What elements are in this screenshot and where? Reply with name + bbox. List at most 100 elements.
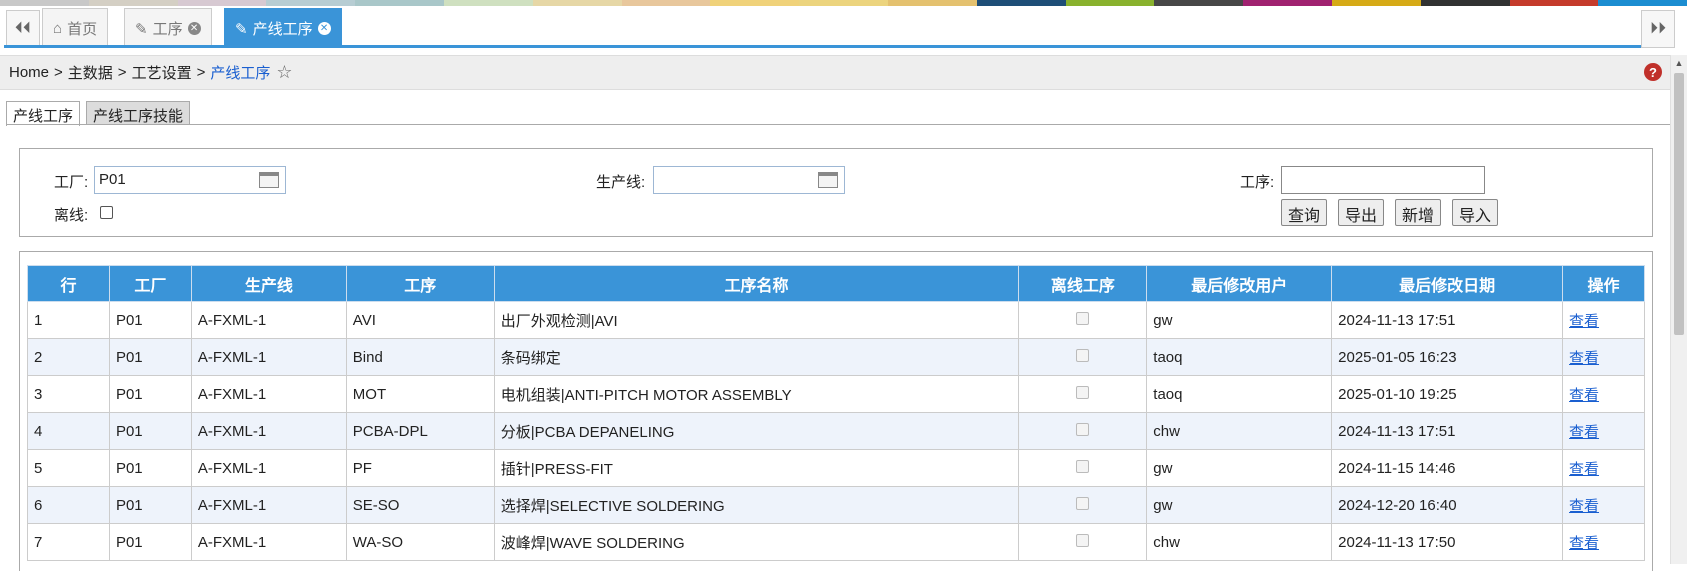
table-cell-date: 2024-11-15 14:46 [1331,449,1563,487]
offline-checkbox[interactable] [100,206,113,219]
table-cell-date: 2024-12-20 16:40 [1331,486,1563,524]
tab-process[interactable]: ✎ 工序 ✕ [124,8,212,48]
view-link[interactable]: 查看 [1569,498,1599,515]
column-header[interactable]: 工序名称 [493,265,1020,302]
table-cell-offline [1018,486,1148,524]
table-row[interactable]: 1 P01 A-FXML-1 AVI 出厂外观检测|AVI gw 2024-11-13 17… [27,301,1645,339]
vertical-scrollbar[interactable]: ▲ [1670,55,1687,564]
column-header[interactable]: 操作 [1562,265,1645,302]
view-link[interactable]: 查看 [1569,387,1599,404]
table-cell-name: 插针|PRESS-FIT [493,449,1020,487]
table-row[interactable]: 5 P01 A-FXML-1 PF 插针|PRESS-FIT gw 2024-11-15 1… [27,449,1645,487]
table-cell-user: chw [1146,412,1333,450]
tab-line-process[interactable]: ✎ 产线工序 ✕ [224,8,342,48]
query-button[interactable]: 查询 [1281,199,1328,226]
table-cell-date: 2024-11-13 17:51 [1331,412,1563,450]
scrollbar-thumb[interactable] [1674,73,1684,335]
table-row[interactable]: 3 P01 A-FXML-1 MOT 电机组装|ANTI-PITCH MOTOR ASS… [27,375,1645,413]
tab-home[interactable]: ⌂ 首页 [42,8,109,48]
offline-label: 离线: [54,207,89,224]
close-icon[interactable]: ✕ [187,22,201,35]
factory-picker[interactable]: P01 [94,166,286,194]
table-cell-offline [1018,301,1148,339]
column-header[interactable]: 行 [27,265,110,302]
table-cell-factory: P01 [108,412,192,450]
calendar-icon[interactable] [259,172,279,188]
column-header[interactable]: 工厂 [108,265,192,302]
help-icon[interactable]: ? [1644,63,1662,81]
tab-label: 产线工序 [252,21,313,38]
table-cell-factory: P01 [108,375,192,413]
scroll-right-button[interactable]: ⏵⏵ [1641,10,1675,48]
calendar-icon[interactable] [818,172,838,188]
table-cell-op: 查看 [1562,486,1645,524]
scroll-left-button[interactable]: ⏴⏴ [6,10,40,48]
table-row[interactable]: 2 P01 A-FXML-1 Bind 条码绑定 taoq 2025-01-05 16:23… [27,338,1645,376]
table-cell-line: A-FXML-1 [190,375,347,413]
table-cell-date: 2024-11-13 17:51 [1331,301,1563,339]
table-cell-n: 4 [27,412,110,450]
view-link[interactable]: 查看 [1569,461,1599,478]
table-cell-offline [1018,523,1148,561]
table-cell-line: A-FXML-1 [190,412,347,450]
table-cell-name: 波峰焊|WAVE SOLDERING [493,523,1020,561]
close-icon[interactable]: ✕ [317,22,331,35]
offline-checkbox [1076,348,1090,362]
table-cell-line: A-FXML-1 [190,338,347,376]
table-cell-name: 条码绑定 [493,338,1020,376]
table-cell-n: 5 [27,449,110,487]
view-link[interactable]: 查看 [1569,535,1599,552]
table-cell-op: 查看 [1562,449,1645,487]
import-button[interactable]: 导入 [1452,199,1499,226]
table-cell-date: 2024-11-13 17:50 [1331,523,1563,561]
table-cell-user: gw [1146,486,1333,524]
factory-label: 工厂: [54,174,89,191]
factory-value: P01 [99,171,126,188]
offline-checkbox [1076,385,1090,399]
table-cell-offline [1018,338,1148,376]
line-label: 生产线: [596,174,646,191]
export-button[interactable]: 导出 [1338,199,1385,226]
table-cell-line: A-FXML-1 [190,449,347,487]
table-cell-n: 6 [27,486,110,524]
table-row[interactable]: 6 P01 A-FXML-1 SE-SO 选择焊|SELECTIVE SOLDERING… [27,486,1645,524]
table-cell-op: 查看 [1562,523,1645,561]
column-header[interactable]: 最后修改日期 [1331,265,1563,302]
subtab-line-process-skill[interactable]: 产线工序技能 [86,101,191,125]
column-header[interactable]: 工序 [345,265,495,302]
column-header[interactable]: 生产线 [190,265,347,302]
add-button[interactable]: 新增 [1395,199,1442,226]
breadcrumb-home[interactable]: Home [9,64,49,81]
table-cell-proc: PF [345,449,495,487]
table-cell-factory: P01 [108,301,192,339]
breadcrumb: Home > 主数据 > 工艺设置 > 产线工序 ☆ ? [0,55,1670,90]
table-cell-line: A-FXML-1 [190,523,347,561]
table-cell-line: A-FXML-1 [190,301,347,339]
table-cell-factory: P01 [108,338,192,376]
column-header[interactable]: 最后修改用户 [1146,265,1333,302]
table-cell-user: chw [1146,523,1333,561]
table-cell-factory: P01 [108,523,192,561]
breadcrumb-current[interactable]: 产线工序 [210,62,270,83]
tab-label: 工序 [152,21,183,38]
table-row[interactable]: 4 P01 A-FXML-1 PCBA-DPL 分板|PCBA DEPANELING ch… [27,412,1645,450]
view-link[interactable]: 查看 [1569,313,1599,330]
table-cell-user: taoq [1146,375,1333,413]
process-input[interactable] [1281,166,1485,194]
tab-label: 首页 [67,21,98,38]
subtab-line-process[interactable]: 产线工序 [6,101,81,126]
breadcrumb-level-1[interactable]: 主数据 [68,62,113,83]
tab-bar: ⏴⏴ ⌂ 首页 ✎ 工序 ✕ ✎ 产线工序 ✕ ⏵⏵ [0,6,1687,49]
table-cell-line: A-FXML-1 [190,486,347,524]
star-icon[interactable]: ☆ [276,62,292,83]
view-link[interactable]: 查看 [1569,424,1599,441]
table-cell-offline [1018,412,1148,450]
view-link[interactable]: 查看 [1569,350,1599,367]
breadcrumb-level-2[interactable]: 工艺设置 [132,62,192,83]
scroll-up-icon[interactable]: ▲ [1671,58,1687,68]
line-picker[interactable] [653,166,845,194]
tab-underline [4,45,1643,48]
column-header[interactable]: 离线工序 [1018,265,1148,302]
table-row[interactable]: 7 P01 A-FXML-1 WA-SO 波峰焊|WAVE SOLDERING chw 20… [27,523,1645,561]
offline-checkbox [1076,533,1090,547]
